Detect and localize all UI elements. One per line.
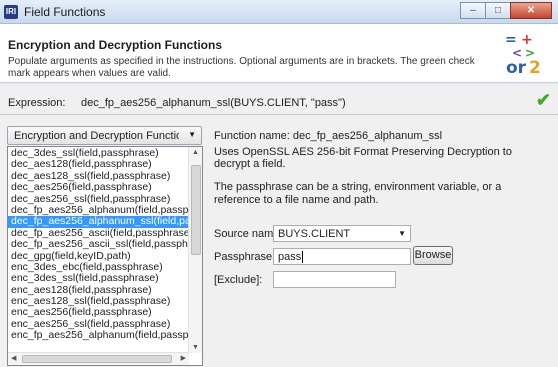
function-list-item[interactable]: dec_aes128_ssl(field,passphrase) — [8, 171, 189, 182]
window-titlebar: IRI Field Functions – □ ✕ — [0, 0, 558, 24]
function-description: Uses OpenSSL AES 256-bit Format Preservi… — [214, 146, 512, 170]
browse-button[interactable]: Browse — [413, 246, 453, 265]
scroll-up-arrow-icon[interactable]: ▲ — [192, 149, 199, 156]
scroll-right-arrow-icon[interactable]: ▶ — [181, 354, 186, 362]
window-title: Field Functions — [24, 5, 106, 19]
function-list-item[interactable]: dec_fp_aes256_ascii(field,passphrase, — [8, 228, 189, 239]
window-controls: – □ ✕ — [460, 2, 552, 19]
expression-value: dec_fp_aes256_alphanum_ssl(BUYS.CLIENT, … — [81, 97, 346, 109]
function-list-item[interactable]: dec_fp_aes256_alphanum_ssl(field,pa — [8, 216, 189, 228]
function-list-items: dec_3des_ssl(field,passphrase) dec_aes128… — [8, 148, 189, 342]
passphrase-input[interactable]: pass — [273, 248, 411, 265]
exclude-label: [Exclude]: — [214, 274, 263, 286]
function-list-item[interactable]: dec_fp_aes256_alphanum(field,passp — [8, 205, 189, 216]
function-list[interactable]: dec_3des_ssl(field,passphrase) dec_aes128… — [7, 146, 203, 366]
function-list-item[interactable]: dec_3des_ssl(field,passphrase) — [8, 148, 189, 159]
check-icon: ✔ — [535, 90, 551, 110]
window-minimize-icon[interactable]: – — [460, 2, 486, 19]
function-list-item[interactable]: enc_aes128(field,passphrase) — [8, 285, 189, 296]
function-list-item[interactable]: enc_aes256(field,passphrase) — [8, 307, 189, 318]
dialog-description: Populate arguments as specified in the i… — [8, 56, 475, 79]
passphrase-label: Passphrase: — [214, 251, 276, 263]
function-name-value: dec_fp_aes256_alphanum_ssl — [292, 130, 443, 142]
svg-text:or: or — [506, 58, 527, 76]
functions-logo: = + < > or 2 — [505, 32, 541, 76]
source-name-value: BUYS.CLIENT — [278, 228, 351, 240]
expression-label: Expression: — [8, 97, 66, 109]
function-list-item[interactable]: dec_gpg(field,keyID,path) — [8, 251, 189, 262]
dropdown-arrow-icon: ▼ — [188, 130, 196, 139]
dialog-header: Encryption and Decryption Functions Popu… — [0, 24, 558, 83]
passphrase-note: The passphrase can be a string, environm… — [214, 181, 502, 206]
function-name-label: Function name: — [214, 130, 290, 142]
svg-text:2: 2 — [529, 58, 541, 76]
content-area: Expression: dec_fp_aes256_alphanum_ssl(B… — [0, 84, 558, 367]
function-list-item[interactable]: enc_3des_ebc(field,passphrase) — [8, 262, 189, 273]
function-list-item[interactable]: dec_aes256_ssl(field,passphrase) — [8, 194, 189, 205]
function-list-item[interactable]: enc_fp_aes256_alphanum(field,passp — [8, 330, 189, 341]
function-list-item[interactable]: dec_fp_aes256_ascii_ssl(field,passphr — [8, 239, 189, 250]
app-icon: IRI — [4, 5, 18, 19]
source-name-dropdown[interactable]: BUYS.CLIENT ▼ — [273, 225, 411, 242]
function-list-item[interactable]: enc_3des_ssl(field,passphrase) — [8, 273, 189, 284]
exclude-input[interactable] — [273, 271, 396, 288]
dialog-title: Encryption and Decryption Functions — [8, 38, 223, 52]
window-close-icon[interactable]: ✕ — [510, 2, 552, 19]
scroll-left-arrow-icon[interactable]: ◀ — [11, 354, 16, 362]
horizontal-scroll-thumb[interactable] — [22, 355, 172, 363]
function-list-item[interactable]: enc_aes256_ssl(field,passphrase) — [8, 319, 189, 330]
vertical-scroll-thumb[interactable] — [191, 165, 201, 255]
function-list-horizontal-scrollbar[interactable]: ◀ ▶ — [8, 352, 189, 365]
divider — [0, 114, 558, 115]
category-dropdown-value: Encryption and Decryption Functions — [14, 130, 179, 142]
function-list-vertical-scrollbar[interactable]: ▲ ▼ — [188, 147, 202, 353]
function-list-item[interactable]: enc_aes128_ssl(field,passphrase) — [8, 296, 189, 307]
function-list-item[interactable]: dec_aes256(field,passphrase) — [8, 182, 189, 193]
function-name-line: Function name: dec_fp_aes256_alphanum_ss… — [214, 130, 442, 142]
text-caret — [302, 251, 304, 263]
window-maximize-icon[interactable]: □ — [485, 2, 511, 19]
passphrase-value: pass — [278, 251, 302, 263]
dropdown-arrow-icon: ▼ — [398, 229, 406, 238]
scroll-down-arrow-icon[interactable]: ▼ — [192, 344, 199, 351]
function-list-item[interactable]: dec_aes128(field,passphrase) — [8, 159, 189, 170]
category-dropdown[interactable]: Encryption and Decryption Functions ▼ — [7, 126, 202, 145]
